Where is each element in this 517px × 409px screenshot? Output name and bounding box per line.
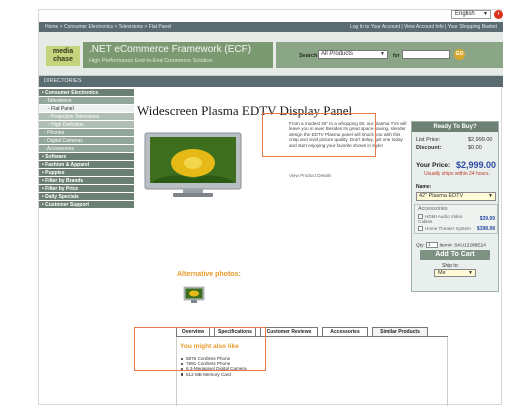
sidebar: • Consumer Electronics ◦ Televisions ◦ Fla… bbox=[39, 89, 134, 209]
qty-label: Qty: bbox=[416, 243, 425, 249]
sidebar-item[interactable]: • Daily Specials bbox=[39, 193, 134, 201]
add-to-cart-button[interactable]: Add To Cart bbox=[420, 250, 490, 260]
language-value: English bbox=[455, 11, 475, 17]
tab-similar-products[interactable]: Similar Products bbox=[372, 327, 428, 336]
tab-customer-reviews[interactable]: Customer Reviews bbox=[260, 327, 318, 336]
chevron-down-icon: ▼ bbox=[380, 51, 385, 57]
sidebar-item[interactable]: • Fashion & Apparel bbox=[39, 161, 134, 169]
qty-row: Qty: 1 Item#: SKU12288E24 bbox=[416, 242, 486, 248]
your-price-value: $2,999.00 bbox=[456, 160, 497, 170]
sidebar-item[interactable]: ◦ Accessories bbox=[39, 145, 134, 153]
search-input[interactable] bbox=[402, 50, 450, 59]
account-links[interactable]: Log In to Your Account | View Account In… bbox=[350, 22, 497, 32]
chevron-down-icon: ▼ bbox=[468, 270, 473, 276]
buy-box: Ready To Buy? List Price: $2,999.00 Disc… bbox=[411, 121, 499, 292]
list-price-value: $2,999.00 bbox=[468, 137, 493, 143]
list-item[interactable]: 512 MB Memory Card bbox=[180, 372, 247, 377]
search-go-button[interactable]: GO bbox=[454, 49, 465, 60]
ship-to-select[interactable]: Me ▼ bbox=[434, 269, 476, 277]
sidebar-item[interactable]: • Customer Support bbox=[39, 201, 134, 209]
checkbox-icon[interactable] bbox=[418, 226, 423, 232]
sidebar-item-label: Consumer Electronics bbox=[45, 90, 99, 96]
sidebar-item[interactable]: ◦ Televisions bbox=[39, 97, 134, 105]
sidebar-item-label: Fashion & Apparel bbox=[45, 162, 90, 168]
sidebar-item-label: Accessories bbox=[46, 146, 74, 152]
brand-title: .NET eCommerce Framework (ECF) bbox=[89, 44, 252, 55]
sidebar-item[interactable]: ◦ Digital Cameras bbox=[39, 137, 134, 145]
sidebar-item[interactable]: ◦ High Definition bbox=[39, 121, 134, 129]
sidebar-item[interactable]: • Software bbox=[39, 153, 134, 161]
accessories-box: Accessories HDMI Audio Video Cables $39.… bbox=[414, 204, 498, 234]
accessory-option[interactable]: HDMI Audio Video Cables bbox=[418, 214, 470, 224]
logo-line2: chase bbox=[53, 56, 73, 63]
qty-select[interactable]: 1 bbox=[426, 242, 439, 248]
sidebar-item-label: Daily Specials bbox=[45, 194, 79, 200]
view-details-link[interactable]: View Product Details bbox=[289, 173, 331, 178]
tab-accessories[interactable]: Accessories bbox=[322, 327, 368, 336]
sidebar-item-label: Software bbox=[45, 154, 67, 160]
chevron-down-icon: ▼ bbox=[483, 11, 488, 17]
sidebar-item[interactable]: ◦ Projection Televisions bbox=[39, 113, 134, 121]
list-price-label: List Price: bbox=[416, 137, 441, 143]
breadcrumb[interactable]: Home > Consumer Electronics > Television… bbox=[45, 22, 171, 32]
sidebar-item-label: High Definition bbox=[51, 122, 84, 128]
language-select[interactable]: English ▼ bbox=[451, 10, 491, 19]
sidebar-item-label: Customer Support bbox=[45, 202, 90, 208]
ships-note: Usually ships within 24 hours. bbox=[424, 171, 490, 177]
search-category-value: All Products bbox=[321, 51, 354, 57]
name-label: Name: bbox=[416, 184, 432, 190]
sidebar-item[interactable]: ◦ Phones bbox=[39, 129, 134, 137]
top-bar: Home > Consumer Electronics > Television… bbox=[39, 22, 503, 32]
sidebar-item[interactable]: • Filter by Brands bbox=[39, 177, 134, 185]
discount-label: Discount: bbox=[416, 145, 442, 151]
ship-to-value: Me bbox=[438, 270, 446, 276]
accessory-label: Home Theater System bbox=[425, 226, 471, 231]
discount-value: $0.00 bbox=[468, 145, 482, 151]
might-like-highlight bbox=[134, 327, 266, 371]
sidebar-item-label: Digital Cameras bbox=[47, 138, 83, 144]
sidebar-item[interactable]: • Puppies bbox=[39, 169, 134, 177]
for-label: for bbox=[393, 53, 400, 59]
your-price-label: Your Price: bbox=[416, 162, 451, 169]
sidebar-item-label: Televisions bbox=[47, 98, 72, 104]
variant-select[interactable]: 42" Plasma EDTV ▼ bbox=[416, 192, 496, 201]
site-header: media chase .NET eCommerce Framework (EC… bbox=[39, 32, 503, 76]
product-image[interactable] bbox=[143, 131, 243, 201]
variant-value: 42" Plasma EDTV bbox=[419, 193, 464, 199]
sidebar-item-label: Phones bbox=[47, 130, 65, 136]
accessory-label: HDMI Audio Video Cables bbox=[418, 214, 463, 225]
chevron-down-icon: ▼ bbox=[488, 193, 493, 199]
site-logo[interactable]: media chase bbox=[46, 46, 80, 66]
search-category-select[interactable]: All Products ▼ bbox=[318, 50, 388, 59]
directories-bar: DIRECTORIES bbox=[39, 76, 503, 87]
buy-box-heading: Ready To Buy? bbox=[412, 122, 498, 132]
qty-value: 1 bbox=[428, 242, 431, 247]
accessory-price: $39.99 bbox=[479, 216, 495, 222]
alternative-photo-thumb[interactable] bbox=[183, 286, 205, 304]
accessories-highlight bbox=[262, 113, 376, 157]
sidebar-item-label: Projection Televisions bbox=[51, 114, 100, 120]
accessory-option[interactable]: Home Theater System bbox=[418, 226, 471, 232]
accessories-label: Accessories bbox=[418, 206, 448, 212]
sidebar-item-label: Filter by Brands bbox=[45, 178, 84, 184]
sidebar-item-label: Flat Panel bbox=[51, 106, 74, 112]
item-number: Item#: SKU12288E24 bbox=[439, 243, 486, 249]
sidebar-item-label: Puppies bbox=[45, 170, 65, 176]
sidebar-item[interactable]: • Filter by Price bbox=[39, 185, 134, 193]
language-go-icon[interactable]: › bbox=[494, 10, 503, 19]
search-label: Search bbox=[299, 53, 318, 59]
brand-subtitle: High Performance End-to-End Commerce Sol… bbox=[89, 58, 213, 64]
accessory-price: $398.98 bbox=[476, 226, 495, 232]
alternative-photos-heading: Alternative photos: bbox=[177, 271, 241, 278]
sidebar-item-label: Filter by Price bbox=[45, 186, 79, 192]
sidebar-item[interactable]: • Consumer Electronics bbox=[39, 89, 134, 97]
sidebar-item[interactable]: ◦ Flat Panel bbox=[39, 105, 134, 113]
page-frame: English ▼ › Home > Consumer Electronics … bbox=[38, 9, 503, 406]
logo-line1: media bbox=[52, 48, 74, 55]
